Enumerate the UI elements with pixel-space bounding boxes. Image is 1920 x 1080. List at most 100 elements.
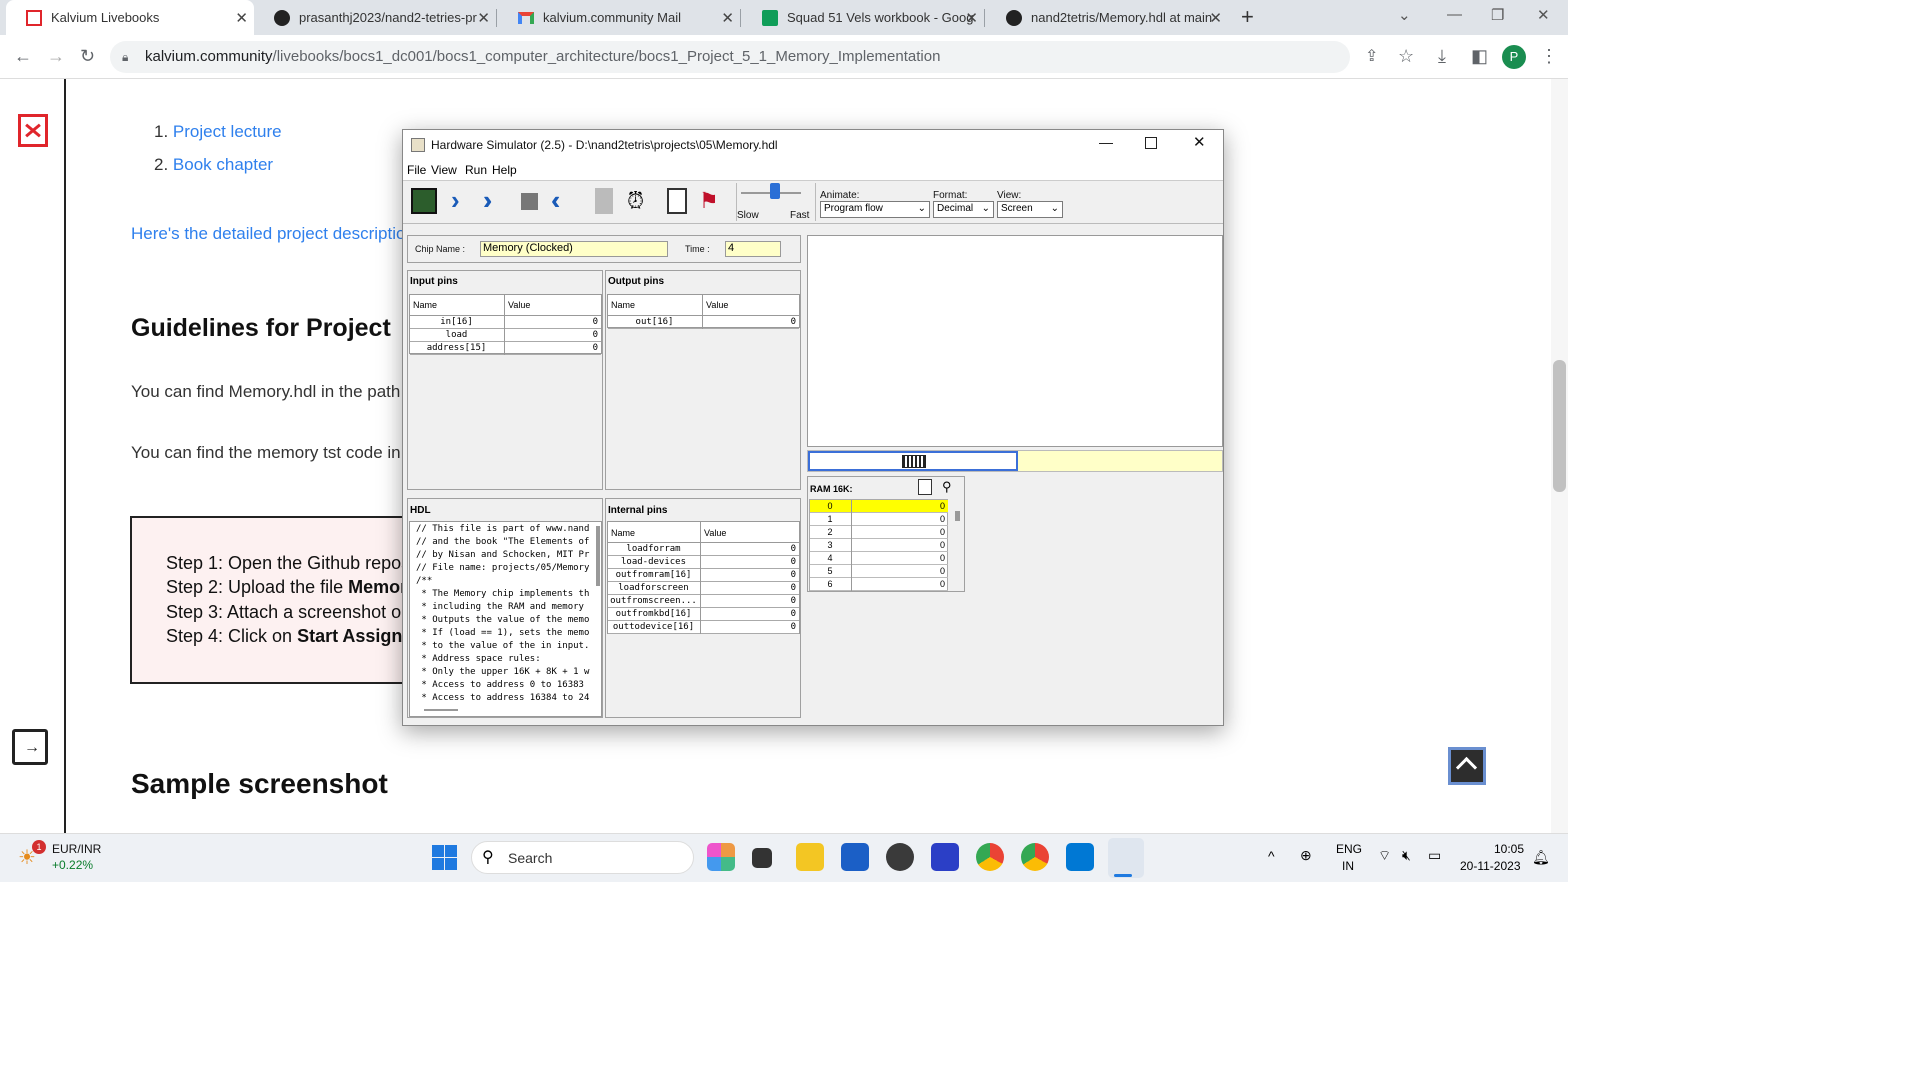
menu-run[interactable]: Run — [465, 163, 487, 177]
load-file-icon[interactable] — [918, 479, 932, 495]
format-select[interactable]: Decimal ⌄ — [933, 201, 994, 218]
new-tab-icon[interactable]: + — [1241, 4, 1254, 30]
single-step-icon[interactable]: › — [451, 187, 477, 214]
ram-row[interactable]: 30 — [810, 539, 948, 552]
table-row[interactable]: load-devices 0 — [608, 556, 799, 569]
chrome-profile-icon[interactable] — [1021, 843, 1049, 871]
mute-icon[interactable]: 🔇︎ — [1402, 847, 1411, 864]
taskbar-search[interactable]: ⚲ Search — [471, 841, 694, 874]
reload-icon[interactable]: ↻ — [80, 46, 95, 67]
ram-value[interactable]: 0 — [851, 578, 945, 591]
ram-value[interactable]: 0 — [851, 565, 945, 578]
back-icon[interactable]: ← — [14, 46, 32, 67]
table-row[interactable]: outfromscreen... 0 — [608, 595, 799, 608]
ram-row[interactable]: 40 — [810, 552, 948, 565]
scrollbar-thumb[interactable] — [1553, 360, 1566, 492]
pin-value[interactable]: 0 — [700, 608, 796, 621]
clock-icon[interactable]: ⏰︎ — [627, 188, 653, 214]
tab-gmail[interactable]: kalvium.community Mail ✕ — [498, 0, 740, 35]
table-row[interactable]: loadforscreen 0 — [608, 582, 799, 595]
pin-value[interactable]: 0 — [700, 595, 796, 608]
pin-value[interactable]: 0 — [702, 316, 796, 329]
table-row[interactable]: outtodevice[16] 0 — [608, 621, 799, 634]
exit-icon[interactable]: → — [12, 729, 48, 765]
pin-value[interactable]: 0 — [700, 569, 796, 582]
copilot-icon[interactable] — [707, 843, 735, 871]
breakpoint-icon[interactable]: ⚑ — [699, 188, 725, 214]
book-chapter-link[interactable]: Book chapter — [173, 155, 273, 174]
table-row[interactable]: loadforram 0 — [608, 543, 799, 556]
battery-icon[interactable]: ▭ — [1428, 847, 1441, 864]
hdl-hscrollbar[interactable] — [424, 709, 458, 711]
menu-help[interactable]: Help — [492, 163, 517, 177]
ram-row[interactable]: 50 — [810, 565, 948, 578]
eval-icon[interactable] — [595, 188, 613, 214]
clock-time[interactable]: 10:05 — [1494, 842, 1524, 856]
pin-value[interactable]: 0 — [504, 316, 598, 329]
file-explorer-icon[interactable] — [796, 843, 824, 871]
tab-search-icon[interactable]: ⌄ — [1398, 6, 1411, 24]
run-icon[interactable]: ›› — [483, 187, 509, 214]
forward-icon[interactable]: → — [47, 46, 65, 67]
binoculars-icon[interactable]: ⚲ — [942, 479, 952, 495]
task-view-icon[interactable] — [752, 848, 772, 868]
minimize-icon[interactable]: — — [1447, 6, 1462, 23]
ram-value[interactable]: 0 — [851, 500, 945, 513]
script-icon[interactable] — [667, 188, 687, 214]
menu-icon[interactable]: ⋮ — [1540, 46, 1558, 67]
keyboard-field[interactable] — [808, 451, 1018, 471]
url-text[interactable]: kalvium.community/livebooks/bocs1_dc001/… — [145, 48, 940, 65]
stop-icon[interactable] — [521, 193, 538, 210]
table-row[interactable]: in[16] 0 — [410, 316, 601, 329]
ram-value[interactable]: 0 — [851, 539, 945, 552]
table-row[interactable]: out[16] 0 — [608, 316, 799, 329]
wifi-icon[interactable]: ⌔ — [1378, 847, 1391, 865]
pin-value[interactable]: 0 — [700, 621, 796, 634]
app-icon[interactable] — [931, 843, 959, 871]
scroll-to-top-button[interactable] — [1448, 747, 1486, 785]
security-icon[interactable]: ⊕ — [1300, 847, 1312, 864]
ram-scrollbar[interactable] — [955, 511, 960, 521]
side-panel-icon[interactable]: ◧ — [1471, 46, 1488, 67]
language-indicator[interactable]: ENG — [1336, 842, 1362, 856]
restore-icon[interactable]: ❐ — [1491, 6, 1504, 24]
java-app-icon[interactable] — [1108, 838, 1144, 878]
ram-value[interactable]: 0 — [851, 513, 945, 526]
reset-icon[interactable]: ‹‹ — [551, 187, 577, 214]
tab-sheets[interactable]: Squad 51 Vels workbook - Goog ✕ — [742, 0, 984, 35]
load-chip-icon[interactable] — [411, 188, 437, 214]
tab-github-repo[interactable]: prasanthj2023/nand2-tetries-pr ✕ — [254, 0, 496, 35]
tab-kalvium[interactable]: Kalvium Livebooks ✕ — [6, 0, 254, 35]
kalvium-logo[interactable] — [18, 114, 48, 147]
pin-value[interactable]: 0 — [700, 556, 796, 569]
close-tab-icon[interactable]: ✕ — [1209, 9, 1222, 27]
pin-value[interactable]: 0 — [504, 329, 598, 342]
bookmark-star-icon[interactable]: ☆ — [1398, 46, 1414, 67]
menu-file[interactable]: File — [407, 163, 426, 177]
ram-value[interactable]: 0 — [851, 552, 945, 565]
ram-value[interactable]: 0 — [851, 526, 945, 539]
pin-value[interactable]: 0 — [700, 582, 796, 595]
minimize-icon[interactable]: — — [1099, 134, 1113, 150]
store-icon[interactable] — [841, 843, 869, 871]
project-lecture-link[interactable]: Project lecture — [173, 122, 282, 141]
maximize-icon[interactable] — [1145, 137, 1157, 149]
share-icon[interactable]: ⇪ — [1365, 46, 1378, 66]
project-description-link[interactable]: Here's the detailed project description — [131, 224, 403, 244]
ticker-name[interactable]: EUR/INR — [52, 842, 101, 856]
download-icon[interactable]: ⤓ — [1438, 46, 1446, 67]
start-button[interactable] — [432, 845, 457, 870]
menu-view[interactable]: View — [431, 163, 457, 177]
table-row[interactable]: load 0 — [410, 329, 601, 342]
ram-row[interactable]: 20 — [810, 526, 948, 539]
view-select[interactable]: Screen ⌄ — [997, 201, 1063, 218]
table-row[interactable]: outfromram[16] 0 — [608, 569, 799, 582]
hdl-text-area[interactable]: // This file is part of www.nand // and t… — [409, 521, 602, 717]
ram-row[interactable]: 60 — [810, 578, 948, 591]
vscode-icon[interactable] — [1066, 843, 1094, 871]
close-tab-icon[interactable]: ✕ — [235, 9, 248, 27]
speed-slider-thumb[interactable] — [770, 183, 780, 199]
chrome-icon[interactable] — [976, 843, 1004, 871]
pin-value[interactable]: 0 — [700, 543, 796, 556]
app-icon[interactable] — [886, 843, 914, 871]
